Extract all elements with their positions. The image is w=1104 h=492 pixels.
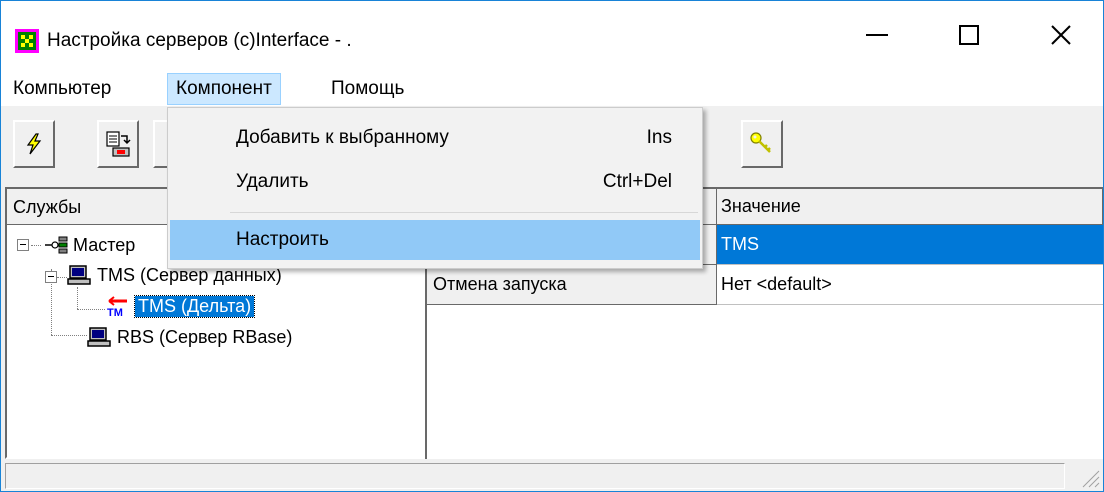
menu-bar: Компьютер Компонент Помощь xyxy=(1,67,1103,107)
tree-connector xyxy=(51,335,87,336)
menu-computer[interactable]: Компьютер xyxy=(5,73,119,105)
tree-connector xyxy=(31,245,41,246)
close-icon xyxy=(1051,25,1071,45)
menu-item-shortcut: Ins xyxy=(646,127,672,148)
menu-help[interactable]: Помощь xyxy=(323,73,412,105)
status-bar xyxy=(1,461,1103,491)
svg-text:TM: TM xyxy=(107,307,123,317)
property-name-cell[interactable]: Отмена запуска xyxy=(427,265,717,305)
property-value-cell-selected[interactable]: TMS xyxy=(717,225,1103,265)
col-header-value[interactable]: Значение xyxy=(717,189,1103,225)
tree-node-label: Мастер xyxy=(73,234,136,255)
tree-connector xyxy=(57,277,67,278)
connect-button[interactable] xyxy=(13,120,55,168)
app-icon xyxy=(15,29,39,53)
key-icon xyxy=(750,132,771,153)
tm-delta-icon: TM xyxy=(107,296,127,317)
status-pane xyxy=(5,463,1065,489)
title-bar[interactable]: Настройка серверов (c)Interface - . xyxy=(1,1,1103,67)
close-button[interactable] xyxy=(1031,1,1091,67)
menu-separator xyxy=(230,212,698,213)
export-button[interactable] xyxy=(97,120,139,168)
maximize-icon xyxy=(959,25,979,45)
menu-item-delete[interactable]: Удалить Ctrl+Del xyxy=(170,162,700,202)
key-button[interactable] xyxy=(741,120,783,168)
tree-node-tms-delta[interactable]: TM TMS (Дельта) xyxy=(105,293,256,319)
window-title: Настройка серверов (c)Interface - . xyxy=(47,30,352,51)
menu-item-shortcut: Ctrl+Del xyxy=(602,171,672,192)
maximize-button[interactable] xyxy=(939,1,999,67)
tree-header-label: Службы xyxy=(13,197,82,217)
computer-icon xyxy=(87,327,111,347)
menu-item-label: Настроить xyxy=(236,229,329,250)
expander-tms-server[interactable] xyxy=(45,271,57,283)
menu-item-add-to-selected[interactable]: Добавить к выбранному Ins xyxy=(170,118,700,158)
size-grip-icon[interactable] xyxy=(1077,465,1101,489)
tree-connector xyxy=(77,287,78,309)
menu-item-label: Добавить к выбранному xyxy=(236,127,449,148)
expander-master[interactable] xyxy=(17,239,29,251)
main-window: Настройка серверов (c)Interface - . Комп… xyxy=(0,0,1104,492)
network-icon xyxy=(45,236,68,254)
tree-connector xyxy=(77,309,105,310)
menu-item-configure[interactable]: Настроить xyxy=(170,220,700,260)
tree-node-rbs[interactable]: RBS (Сервер RBase) xyxy=(87,325,292,349)
tree-node-label-selected: TMS (Дельта) xyxy=(133,294,256,318)
component-menu-dropdown: Добавить к выбранному Ins Удалить Ctrl+D… xyxy=(167,107,703,269)
export-icon xyxy=(106,131,131,157)
connect-icon xyxy=(26,133,42,155)
tree-node-label: RBS (Сервер RBase) xyxy=(117,326,293,347)
menu-component[interactable]: Компонент xyxy=(167,73,281,105)
minimize-button[interactable] xyxy=(847,1,907,67)
menu-item-label: Удалить xyxy=(236,171,309,192)
tree-node-master[interactable]: Мастер xyxy=(43,233,135,257)
property-value-cell[interactable]: Нет <default> xyxy=(717,265,1103,305)
computer-icon xyxy=(67,265,91,285)
minimize-icon xyxy=(866,34,888,36)
